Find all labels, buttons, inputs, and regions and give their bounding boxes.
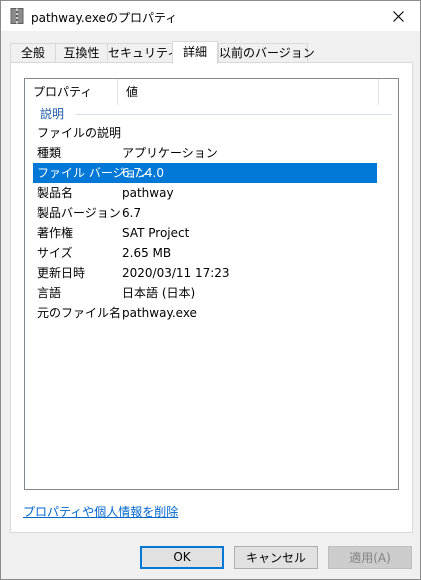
properties-dialog: pathway.exeのプロパティ 全般 互換性 セキュリティ 詳細 以前のバー… [0,0,421,580]
column-header-property[interactable]: プロパティ [25,79,119,105]
group-label: 説明 [40,107,65,121]
property-value: 日本語 (日本) [122,286,196,300]
property-name: ファイルの説明 [37,126,122,140]
property-name: 更新日時 [37,266,86,280]
tab-compatibility[interactable]: 互換性 [55,43,108,62]
ok-button[interactable]: OK [140,546,224,569]
property-name: 言語 [37,286,62,300]
list-item[interactable]: 製品バージョン 6.7 [33,203,377,223]
property-name: 著作権 [37,226,74,240]
tab-general[interactable]: 全般 [10,43,56,62]
list-item[interactable]: 更新日時 2020/03/11 17:23 [33,263,377,283]
cancel-button[interactable]: キャンセル [234,546,318,569]
list-item[interactable]: 種類 アプリケーション [33,143,377,163]
list-header: プロパティ 値 [25,79,398,105]
property-value: 2020/03/11 17:23 [122,266,230,280]
list-item[interactable]: サイズ 2.65 MB [33,243,377,263]
list-item-selected[interactable]: ファイル バージョン 6.7.4.0 [33,163,377,183]
remove-properties-link[interactable]: プロパティや個人情報を削除 [23,503,178,520]
close-button[interactable] [376,1,420,31]
tab-previous-versions[interactable]: 以前のバージョン [218,43,315,62]
property-value: pathway.exe [122,306,197,320]
window-title: pathway.exeのプロパティ [31,11,178,25]
group-header-description: 説明 [25,105,398,123]
file-icon [10,8,24,24]
property-value: 6.7 [122,206,142,220]
group-divider [75,114,392,115]
list-item[interactable]: 言語 日本語 (日本) [33,283,377,303]
list-item[interactable]: 製品名 pathway [33,183,377,203]
property-value: アプリケーション [122,146,218,160]
column-divider[interactable] [378,79,379,105]
tab-security[interactable]: セキュリティ [107,43,179,62]
property-name: 製品バージョン [37,206,121,220]
details-panel: プロパティ 値 説明 ファイルの説明 種類 アプリケーション ファイル バージョ… [10,62,413,533]
details-list[interactable]: プロパティ 値 説明 ファイルの説明 種類 アプリケーション ファイル バージョ… [24,78,399,490]
column-header-value[interactable]: 値 [118,79,384,105]
property-name: 製品名 [37,186,74,200]
close-icon [392,10,404,22]
apply-button[interactable]: 適用(A) [328,546,412,569]
property-name: 種類 [37,146,62,160]
list-item[interactable]: ファイルの説明 [33,123,377,143]
list-item[interactable]: 元のファイル名 pathway.exe [33,303,377,323]
property-value: 2.65 MB [122,246,172,260]
list-item[interactable]: 著作権 SAT Project [33,223,377,243]
property-name: 元のファイル名 [37,306,122,320]
property-name: サイズ [37,246,73,260]
tab-details[interactable]: 詳細 [172,41,218,64]
title-bar[interactable]: pathway.exeのプロパティ [1,1,420,31]
property-value: 6.7.4.0 [122,166,164,180]
property-value: pathway [122,186,174,200]
property-value: SAT Project [122,226,190,240]
